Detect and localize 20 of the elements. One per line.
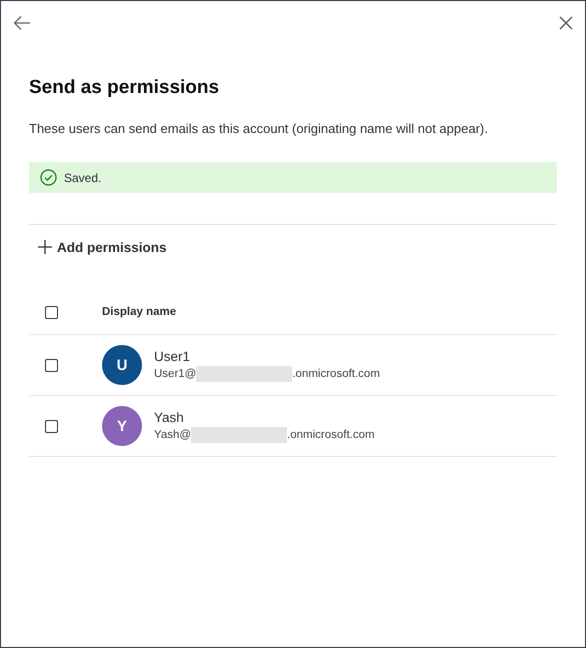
add-permissions-button[interactable]: Add permissions [29, 239, 167, 255]
email-domain: .onmicrosoft.com [287, 428, 375, 440]
checkbox[interactable] [45, 306, 58, 318]
email-domain: .onmicrosoft.com [292, 368, 380, 380]
avatar: U [102, 345, 142, 385]
banner-message: Saved. [64, 170, 102, 184]
close-button[interactable] [559, 16, 573, 30]
email-prefix: Yash@ [154, 428, 192, 440]
avatar: Y [102, 406, 142, 446]
user-name: User1 [154, 348, 192, 364]
checkbox[interactable] [45, 358, 58, 372]
user-name: Yash [154, 410, 185, 424]
checkbox[interactable] [45, 420, 58, 432]
back-button[interactable] [13, 15, 31, 31]
email-prefix: User1@ [154, 368, 196, 380]
column-header[interactable]: Display name [102, 306, 176, 318]
check-circle-icon [40, 169, 57, 186]
description: These users can send emails as this account (originating name will not appear). [29, 121, 489, 136]
panel-title: Send as permissions [29, 77, 220, 99]
plus-icon [37, 239, 53, 255]
